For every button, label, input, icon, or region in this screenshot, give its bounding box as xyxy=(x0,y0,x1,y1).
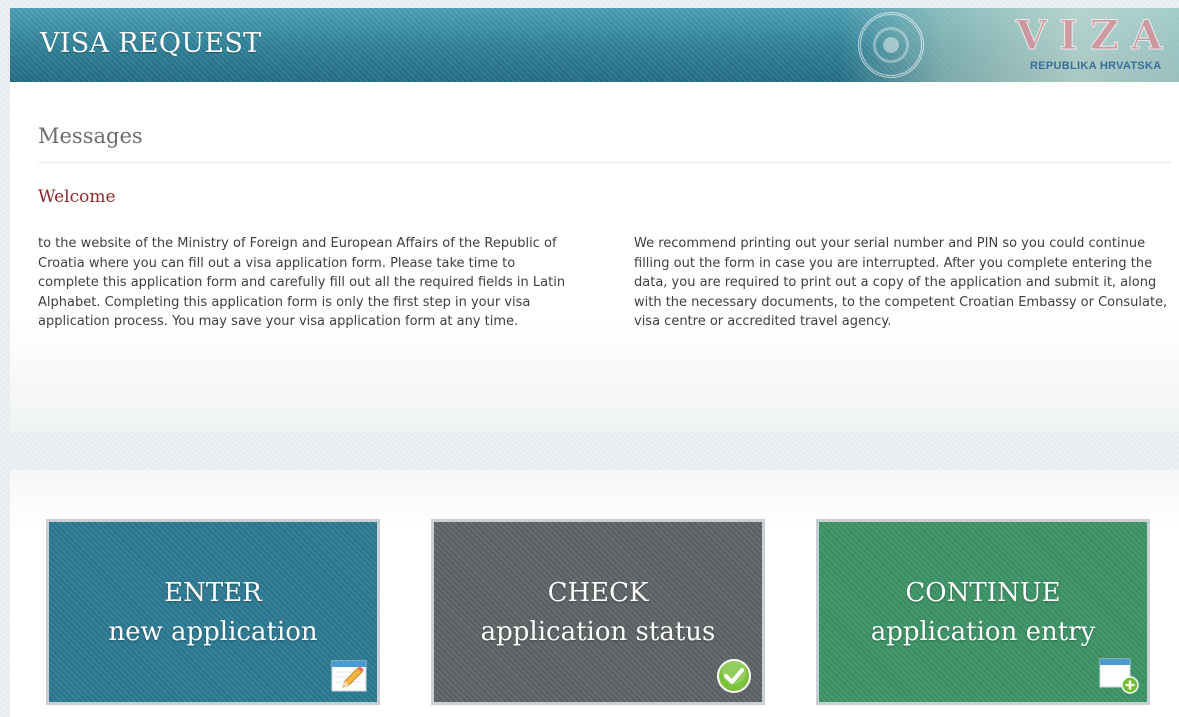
tile-subtitle: application entry xyxy=(870,617,1096,647)
welcome-paragraph-right: We recommend printing out your serial nu… xyxy=(634,236,1168,330)
welcome-paragraph-left: to the website of the Ministry of Foreig… xyxy=(38,236,566,330)
tile-subtitle: application status xyxy=(480,617,716,647)
visa-banner-country: REPUBLIKA HRVATSKA xyxy=(1030,60,1162,72)
welcome-heading: Welcome xyxy=(38,187,116,207)
messages-title: Messages xyxy=(38,124,143,148)
check-application-status-button[interactable]: CHECK application status xyxy=(431,519,765,705)
check-icon xyxy=(717,659,751,693)
tile-title: CONTINUE xyxy=(905,578,1061,608)
enter-new-application-button[interactable]: ENTER new application xyxy=(46,519,380,705)
page-header: VISA REQUEST VIZA REPUBLIKA HRVATSKA xyxy=(10,8,1179,82)
visa-banner-image: VIZA REPUBLIKA HRVATSKA xyxy=(840,8,1179,82)
tile-title: ENTER xyxy=(164,578,262,608)
add-window-icon xyxy=(1099,658,1139,694)
edit-icon xyxy=(331,660,367,692)
croatia-emblem-icon xyxy=(858,12,924,78)
messages-divider xyxy=(38,162,1172,163)
tile-title: CHECK xyxy=(547,578,649,608)
messages-panel: Messages Welcome to the website of the M… xyxy=(10,82,1179,432)
tile-subtitle: new application xyxy=(108,617,318,647)
page-title: VISA REQUEST xyxy=(40,28,262,59)
action-panel: ENTER new application CHECK application … xyxy=(10,470,1179,717)
continue-application-entry-button[interactable]: CONTINUE application entry xyxy=(816,519,1150,705)
visa-banner-word: VIZA xyxy=(1016,12,1174,60)
